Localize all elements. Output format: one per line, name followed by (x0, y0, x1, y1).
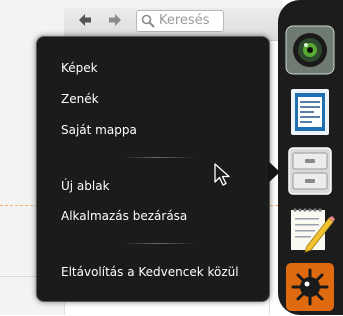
menu-item-remove-from-favorites[interactable]: Eltávolítás a Kedvencek közül (61, 264, 239, 280)
arrow-left-icon (79, 14, 91, 26)
game-app-icon (286, 263, 334, 311)
menu-item-new-window[interactable]: Új ablak (61, 178, 110, 194)
menu-separator (123, 157, 195, 158)
menu-item-pictures[interactable]: Képek (61, 60, 98, 76)
menu-item-home-folder[interactable]: Saját mappa (61, 122, 137, 138)
arrow-right-icon (109, 14, 121, 26)
dock-item-camera[interactable] (285, 25, 335, 75)
writer-app-icon (291, 89, 329, 135)
dock-item-game[interactable] (285, 262, 335, 312)
divider (0, 276, 40, 277)
dock-item-text-editor[interactable] (285, 204, 335, 254)
dock-item-writer[interactable] (285, 87, 335, 137)
menu-pointer-arrow (268, 161, 280, 183)
search-icon (141, 14, 155, 28)
menu-separator (123, 243, 195, 244)
mouse-cursor-icon (214, 163, 230, 186)
dock-context-menu: Képek Zenék Saját mappa Új ablak Alkalma… (36, 36, 270, 302)
guide-line-left (0, 205, 38, 206)
search-placeholder: Keresés (159, 13, 210, 28)
camera-app-icon (285, 25, 335, 75)
menu-item-music[interactable]: Zenék (61, 91, 99, 107)
file-manager-app-icon (288, 147, 332, 195)
dock-item-file-manager[interactable] (285, 146, 335, 196)
menu-item-quit-application[interactable]: Alkalmazás bezárása (61, 208, 187, 224)
search-input[interactable]: Keresés (136, 10, 224, 32)
forward-button[interactable] (104, 11, 126, 29)
dock (278, 0, 343, 315)
back-button[interactable] (74, 11, 96, 29)
text-editor-app-icon (291, 208, 335, 253)
